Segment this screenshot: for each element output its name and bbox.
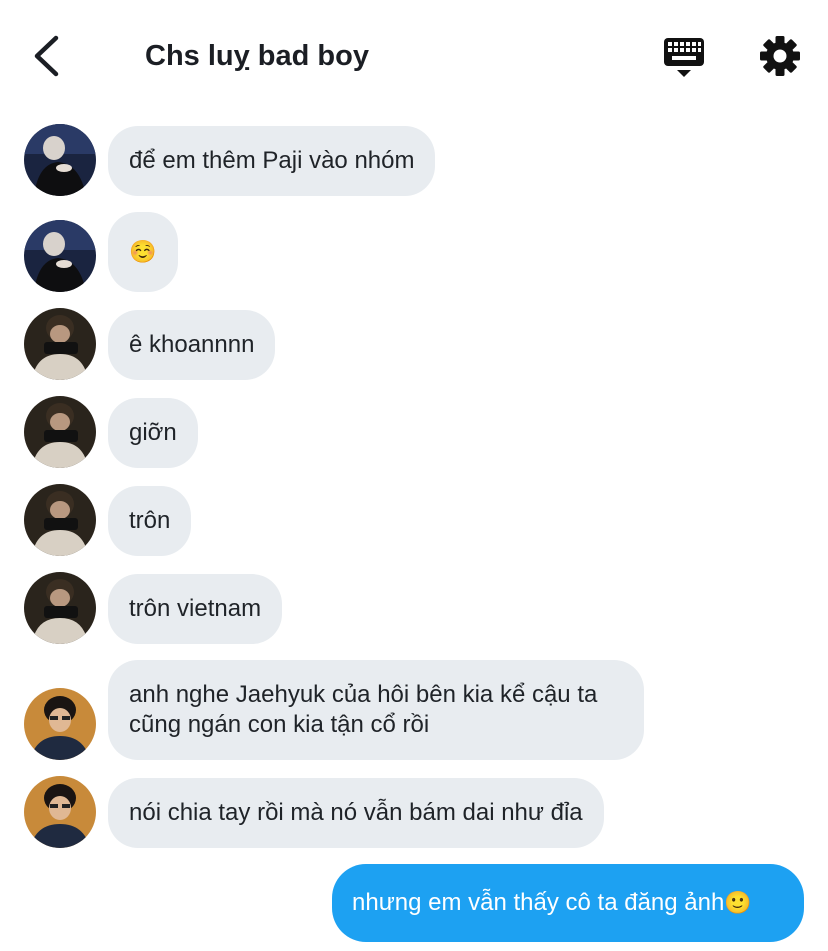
keyboard-icon (664, 38, 704, 77)
message-bubble[interactable]: để em thêm Paji vào nhóm (108, 126, 436, 196)
avatar-photo-icon (24, 124, 96, 196)
avatar-photo-icon (24, 220, 96, 292)
avatar[interactable] (24, 124, 96, 196)
avatar[interactable] (24, 220, 96, 292)
avatar[interactable] (24, 572, 96, 644)
message-text: ☺️ (129, 239, 157, 264)
avatar-photo-icon (24, 484, 96, 556)
message-text: nói chia tay rồi mà nó vẫn bám dai như đ… (129, 799, 583, 826)
message-bubble[interactable]: trôn vietnam (108, 574, 283, 644)
message-text: để em thêm Paji vào nhóm (129, 147, 415, 174)
avatar-photo-icon (24, 572, 96, 644)
chat-title: Chs luỵ bad boy (145, 40, 369, 72)
message-bubble[interactable]: giỡn (108, 398, 198, 468)
avatar[interactable] (24, 484, 96, 556)
settings-button[interactable] (758, 34, 802, 78)
avatar[interactable] (24, 688, 96, 760)
avatar[interactable] (24, 396, 96, 468)
chat-screen: Chs luỵ bad boy để em thêm Paji vào nhóm… (0, 0, 828, 951)
message-text: giỡn (129, 419, 177, 446)
message-text: trôn vietnam (129, 595, 262, 622)
message-bubble[interactable]: ☺️ (108, 212, 178, 292)
avatar-photo-icon (24, 776, 96, 848)
message-text: ê khoannnn (129, 331, 255, 358)
message-text: trôn (129, 507, 171, 534)
message-text: anh nghe Jaehyuk của hôi bên kia kể cậu … (129, 681, 598, 738)
outgoing-message-bubble[interactable]: nhưng em vẫn thấy cô ta đăng ảnh 🙂 (332, 864, 804, 942)
message-bubble[interactable]: nói chia tay rồi mà nó vẫn bám dai như đ… (108, 778, 604, 848)
message-bubble[interactable]: anh nghe Jaehyuk của hôi bên kia kể cậu … (108, 660, 644, 760)
avatar-photo-icon (24, 688, 96, 760)
chat-header: Chs luỵ bad boy (0, 0, 828, 110)
avatar[interactable] (24, 308, 96, 380)
smile-emoji: 🙂 (724, 890, 752, 915)
back-button[interactable] (24, 32, 68, 80)
message-text: nhưng em vẫn thấy cô ta đăng ảnh (352, 889, 725, 916)
message-bubble[interactable]: ê khoannnn (108, 310, 276, 380)
gear-icon (760, 36, 800, 76)
message-bubble[interactable]: trôn (108, 486, 192, 556)
avatar-photo-icon (24, 308, 96, 380)
avatar-photo-icon (24, 396, 96, 468)
keyboard-button[interactable] (660, 36, 708, 80)
avatar[interactable] (24, 776, 96, 848)
chevron-left-icon (34, 35, 59, 77)
